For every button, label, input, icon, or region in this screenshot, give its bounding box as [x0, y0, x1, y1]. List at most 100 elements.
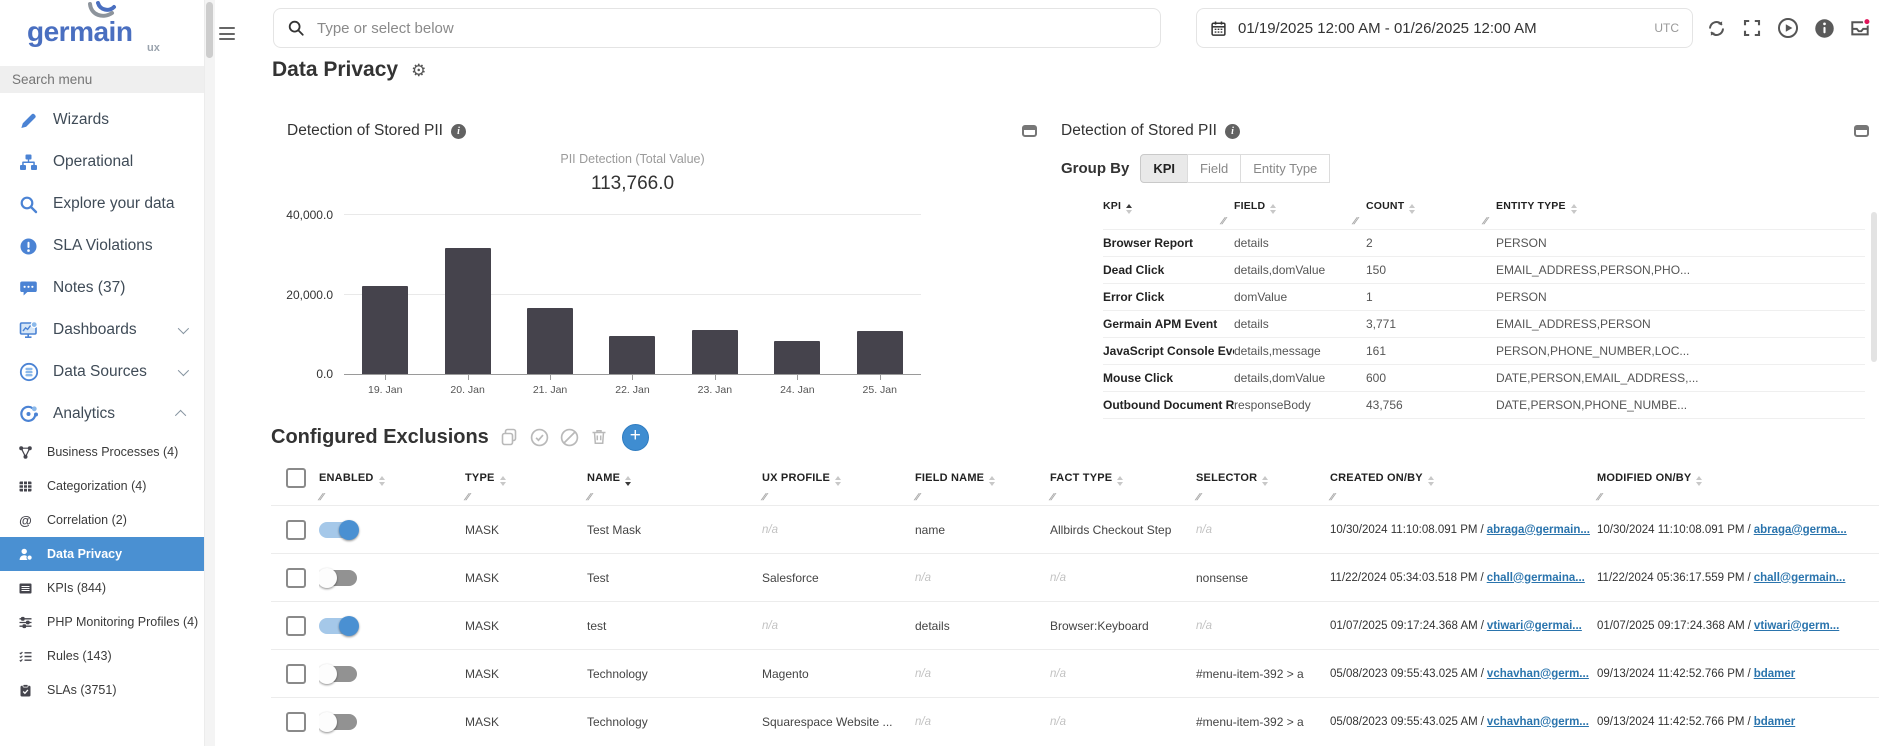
row-checkbox[interactable]	[286, 664, 306, 684]
chart-bar[interactable]	[362, 286, 408, 374]
pii-table-row[interactable]: Germain APM Event details 3,771 EMAIL_AD…	[1103, 310, 1865, 337]
pii-table-row[interactable]: Mouse Click details,domValue 600 DATE,PE…	[1103, 364, 1865, 391]
sidebar-item-explore[interactable]: Explore your data	[0, 183, 204, 225]
sidebar-item-rules[interactable]: Rules (143)	[0, 639, 204, 673]
enabled-toggle[interactable]	[319, 522, 357, 538]
modified-by-link[interactable]: vtiwari@germ...	[1754, 620, 1839, 632]
field-cell: details	[1234, 236, 1366, 250]
sidebar-item-correlation[interactable]: @ Correlation (2)	[0, 503, 204, 537]
duplicate-button[interactable]	[500, 428, 519, 447]
window-panel-icon[interactable]	[1854, 125, 1869, 137]
add-exclusion-button[interactable]	[622, 424, 649, 451]
panel-scrollbar-thumb[interactable]	[1871, 212, 1877, 362]
enabled-toggle[interactable]	[319, 618, 357, 634]
menu-toggle-button[interactable]	[219, 27, 235, 40]
sidebar-item-notes[interactable]: Notes (37)	[0, 267, 204, 309]
inbox-button[interactable]	[1848, 16, 1872, 40]
refresh-button[interactable]	[1704, 16, 1728, 40]
column-header[interactable]: FACT TYPE //	[1050, 466, 1196, 505]
scrollbar-thumb[interactable]	[206, 2, 213, 58]
pii-table-row[interactable]: JavaScript Console Event details,message…	[1103, 337, 1865, 364]
column-header[interactable]: COUNT //	[1366, 198, 1496, 229]
calendar-icon	[1210, 20, 1227, 37]
sidebar-item-operational[interactable]: Operational	[0, 141, 204, 183]
enable-button[interactable]	[530, 428, 549, 447]
group-by-option[interactable]: Entity Type	[1240, 154, 1330, 183]
exclusion-row[interactable]: MASK Test Mask n/a name Allbirds Checkou…	[271, 505, 1879, 553]
created-by-link[interactable]: vchavhan@germ...	[1487, 716, 1589, 728]
disable-button[interactable]	[560, 428, 579, 447]
exclusion-row[interactable]: MASK test n/a details Browser:Keyboard n…	[271, 601, 1879, 649]
column-header[interactable]: MODIFIED ON/BY //	[1597, 466, 1879, 505]
row-checkbox[interactable]	[286, 568, 306, 588]
select-all-checkbox[interactable]	[286, 468, 306, 488]
sidebar-item-dashboards[interactable]: Dashboards	[0, 309, 204, 351]
global-search[interactable]	[273, 8, 1161, 48]
modified-by-link[interactable]: bdamer	[1754, 716, 1796, 728]
sidebar-item-business-processes[interactable]: Business Processes (4)	[0, 435, 204, 469]
group-by-option[interactable]: Field	[1187, 154, 1241, 183]
date-range-picker[interactable]: 01/19/2025 12:00 AM - 01/26/2025 12:00 A…	[1196, 8, 1693, 48]
sidebar-item-slas[interactable]: SLAs (3751)	[0, 673, 204, 707]
page-header: Data Privacy ⚙	[272, 58, 426, 82]
created-by-link[interactable]: vtiwari@germai...	[1487, 620, 1582, 632]
column-header[interactable]: FIELD NAME //	[915, 466, 1050, 505]
chart-bar[interactable]	[774, 341, 820, 374]
created-by-link[interactable]: abraga@germain...	[1487, 524, 1590, 536]
pii-table-row[interactable]: Browser Report details 2 PERSON	[1103, 229, 1865, 256]
sidebar-item-data-sources[interactable]: Data Sources	[0, 351, 204, 393]
column-header[interactable]: ENTITY TYPE //	[1496, 198, 1865, 229]
global-search-input[interactable]	[315, 19, 1147, 38]
sidebar-item-php-monitoring[interactable]: PHP Monitoring Profiles (4)	[0, 605, 204, 639]
sidebar-scrollbar[interactable]	[205, 0, 215, 746]
column-header[interactable]: FIELD //	[1234, 198, 1366, 229]
column-header[interactable]: NAME //	[587, 466, 762, 505]
created-by-link[interactable]: chall@germaina...	[1487, 572, 1585, 584]
sidebar-item-sla-violations[interactable]: SLA Violations	[0, 225, 204, 267]
play-button[interactable]	[1776, 16, 1800, 40]
row-checkbox[interactable]	[286, 712, 306, 732]
y-axis-tick: 40,000.0	[271, 208, 333, 222]
sidebar-item-analytics[interactable]: Analytics	[0, 393, 204, 435]
enabled-toggle[interactable]	[319, 666, 357, 682]
pii-table-row[interactable]: Outbound Document Request responseBody 4…	[1103, 391, 1865, 418]
chart-bar[interactable]	[692, 330, 738, 374]
exclusion-row[interactable]: MASK Technology Magento n/a n/a #menu-it…	[271, 649, 1879, 697]
enabled-toggle[interactable]	[319, 714, 357, 730]
sidebar-search-input[interactable]	[0, 66, 204, 93]
column-header[interactable]: SELECTOR //	[1196, 466, 1330, 505]
info-icon[interactable]	[451, 124, 466, 139]
info-button[interactable]	[1812, 16, 1836, 40]
chart-bar[interactable]	[609, 336, 655, 374]
settings-gear-button[interactable]: ⚙	[411, 62, 426, 79]
exclusion-row[interactable]: MASK Technology Squarespace Website ... …	[271, 697, 1879, 745]
chart-bar[interactable]	[527, 308, 573, 374]
column-header[interactable]: KPI //	[1103, 198, 1234, 229]
sidebar-item-kpis[interactable]: KPIs (844)	[0, 571, 204, 605]
modified-by-link[interactable]: chall@germain...	[1754, 572, 1846, 584]
window-panel-icon[interactable]	[1022, 125, 1037, 137]
modified-by-link[interactable]: abraga@germa...	[1754, 524, 1847, 536]
column-header[interactable]: TYPE //	[465, 466, 587, 505]
exclusion-row[interactable]: MASK Test Salesforce n/a n/a nonsense 11…	[271, 553, 1879, 601]
chart-bar[interactable]	[445, 248, 491, 374]
row-checkbox[interactable]	[286, 520, 306, 540]
column-header[interactable]: UX PROFILE //	[762, 466, 915, 505]
column-header[interactable]: ENABLED //	[319, 466, 465, 505]
row-checkbox[interactable]	[286, 616, 306, 636]
enabled-toggle[interactable]	[319, 570, 357, 586]
sidebar-item-categorization[interactable]: Categorization (4)	[0, 469, 204, 503]
chart-bar[interactable]	[857, 331, 903, 374]
info-icon[interactable]	[1225, 124, 1240, 139]
sidebar-item-data-privacy[interactable]: Data Privacy	[0, 537, 204, 571]
bar-slot: 20. Jan	[426, 214, 508, 374]
modified-by-link[interactable]: bdamer	[1754, 668, 1796, 680]
created-by-link[interactable]: vchavhan@germ...	[1487, 668, 1589, 680]
pii-table-row[interactable]: Dead Click details,domValue 150 EMAIL_AD…	[1103, 256, 1865, 283]
delete-button[interactable]	[590, 428, 609, 447]
sidebar-item-wizards[interactable]: Wizards	[0, 99, 204, 141]
group-by-option[interactable]: KPI	[1140, 154, 1188, 183]
fullscreen-button[interactable]	[1740, 16, 1764, 40]
column-header[interactable]: CREATED ON/BY //	[1330, 466, 1597, 505]
pii-table-row[interactable]: Error Click domValue 1 PERSON	[1103, 283, 1865, 310]
